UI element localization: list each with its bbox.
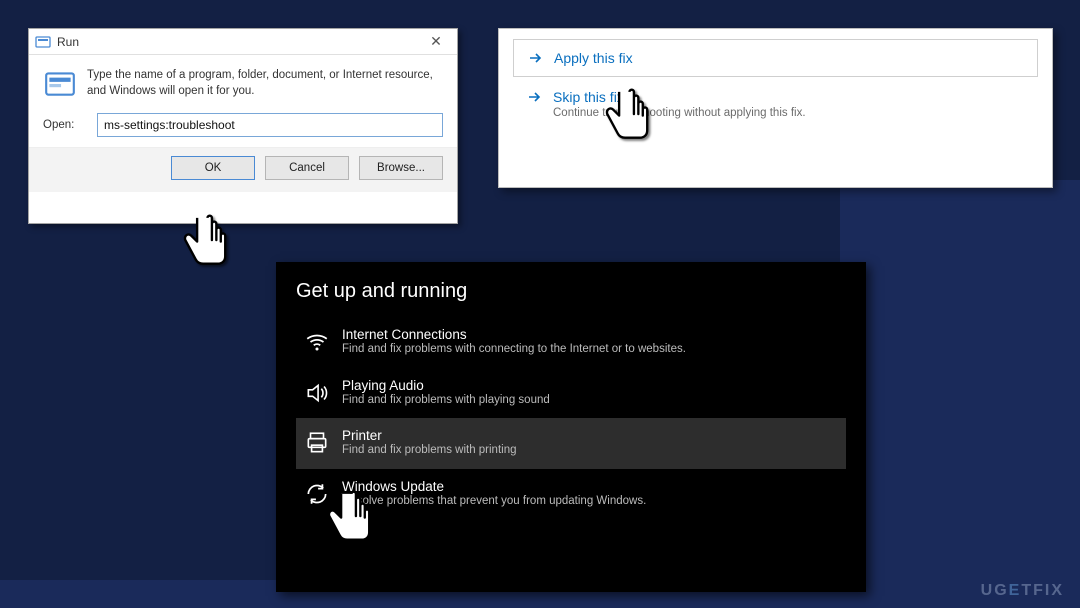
troubleshoot-item-audio[interactable]: Playing Audio Find and fix problems with… <box>296 368 846 419</box>
troubleshoot-item-internet[interactable]: Internet Connections Find and fix proble… <box>296 317 846 368</box>
run-app-icon <box>43 67 77 101</box>
run-dialog: Run ✕ Type the name of a program, folder… <box>28 28 458 224</box>
run-titlebar: Run ✕ <box>29 29 457 55</box>
item-title: Internet Connections <box>342 327 686 342</box>
apply-fix-label: Apply this fix <box>554 50 633 66</box>
ok-button[interactable]: OK <box>171 156 255 180</box>
arrow-right-icon <box>527 89 543 105</box>
apply-fix-option[interactable]: Apply this fix <box>513 39 1038 77</box>
wifi-icon <box>304 329 330 355</box>
troubleshoot-settings-panel: Get up and running Internet Connections … <box>276 262 866 592</box>
troubleshoot-heading: Get up and running <box>296 280 846 303</box>
item-sub: Find and fix problems with connecting to… <box>342 342 686 358</box>
item-sub: Resolve problems that prevent you from u… <box>342 494 646 510</box>
run-description: Type the name of a program, folder, docu… <box>87 67 443 101</box>
skip-fix-label: Skip this fix <box>553 89 624 105</box>
troubleshooter-fix-panel: Apply this fix Skip this fix Continue tr… <box>498 28 1053 188</box>
skip-fix-option[interactable]: Skip this fix Continue troubleshooting w… <box>513 85 1038 119</box>
printer-icon <box>304 430 330 456</box>
refresh-icon <box>304 481 330 507</box>
open-input[interactable] <box>97 113 443 137</box>
close-button[interactable]: ✕ <box>421 33 451 51</box>
item-title: Windows Update <box>342 479 646 494</box>
speaker-icon <box>304 380 330 406</box>
run-title-text: Run <box>57 35 79 49</box>
cancel-button[interactable]: Cancel <box>265 156 349 180</box>
open-label: Open: <box>43 119 87 131</box>
run-title-icon <box>35 34 51 50</box>
skip-fix-sub: Continue troubleshooting without applyin… <box>553 107 806 119</box>
troubleshoot-item-printer[interactable]: Printer Find and fix problems with print… <box>296 418 846 469</box>
watermark: UGETFIX <box>981 582 1064 600</box>
item-title: Printer <box>342 428 517 443</box>
troubleshoot-item-windows-update[interactable]: Windows Update Resolve problems that pre… <box>296 469 846 520</box>
browse-button[interactable]: Browse... <box>359 156 443 180</box>
item-sub: Find and fix problems with printing <box>342 443 517 459</box>
arrow-right-icon <box>528 50 544 66</box>
item-title: Playing Audio <box>342 378 550 393</box>
item-sub: Find and fix problems with playing sound <box>342 393 550 409</box>
